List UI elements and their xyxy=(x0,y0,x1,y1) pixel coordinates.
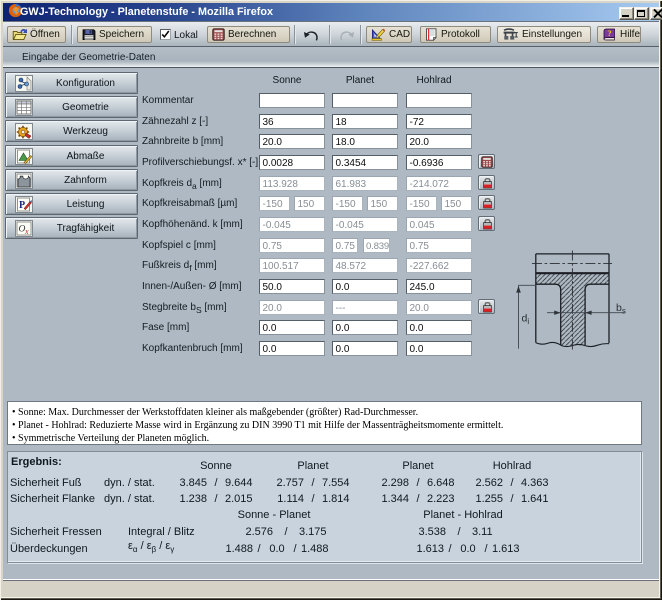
svg-text:P: P xyxy=(19,200,25,211)
svg-text:?: ? xyxy=(607,28,611,38)
svg-text:x: x xyxy=(24,227,29,236)
svg-text:bs: bs xyxy=(616,302,626,316)
svg-text:di: di xyxy=(522,312,530,326)
